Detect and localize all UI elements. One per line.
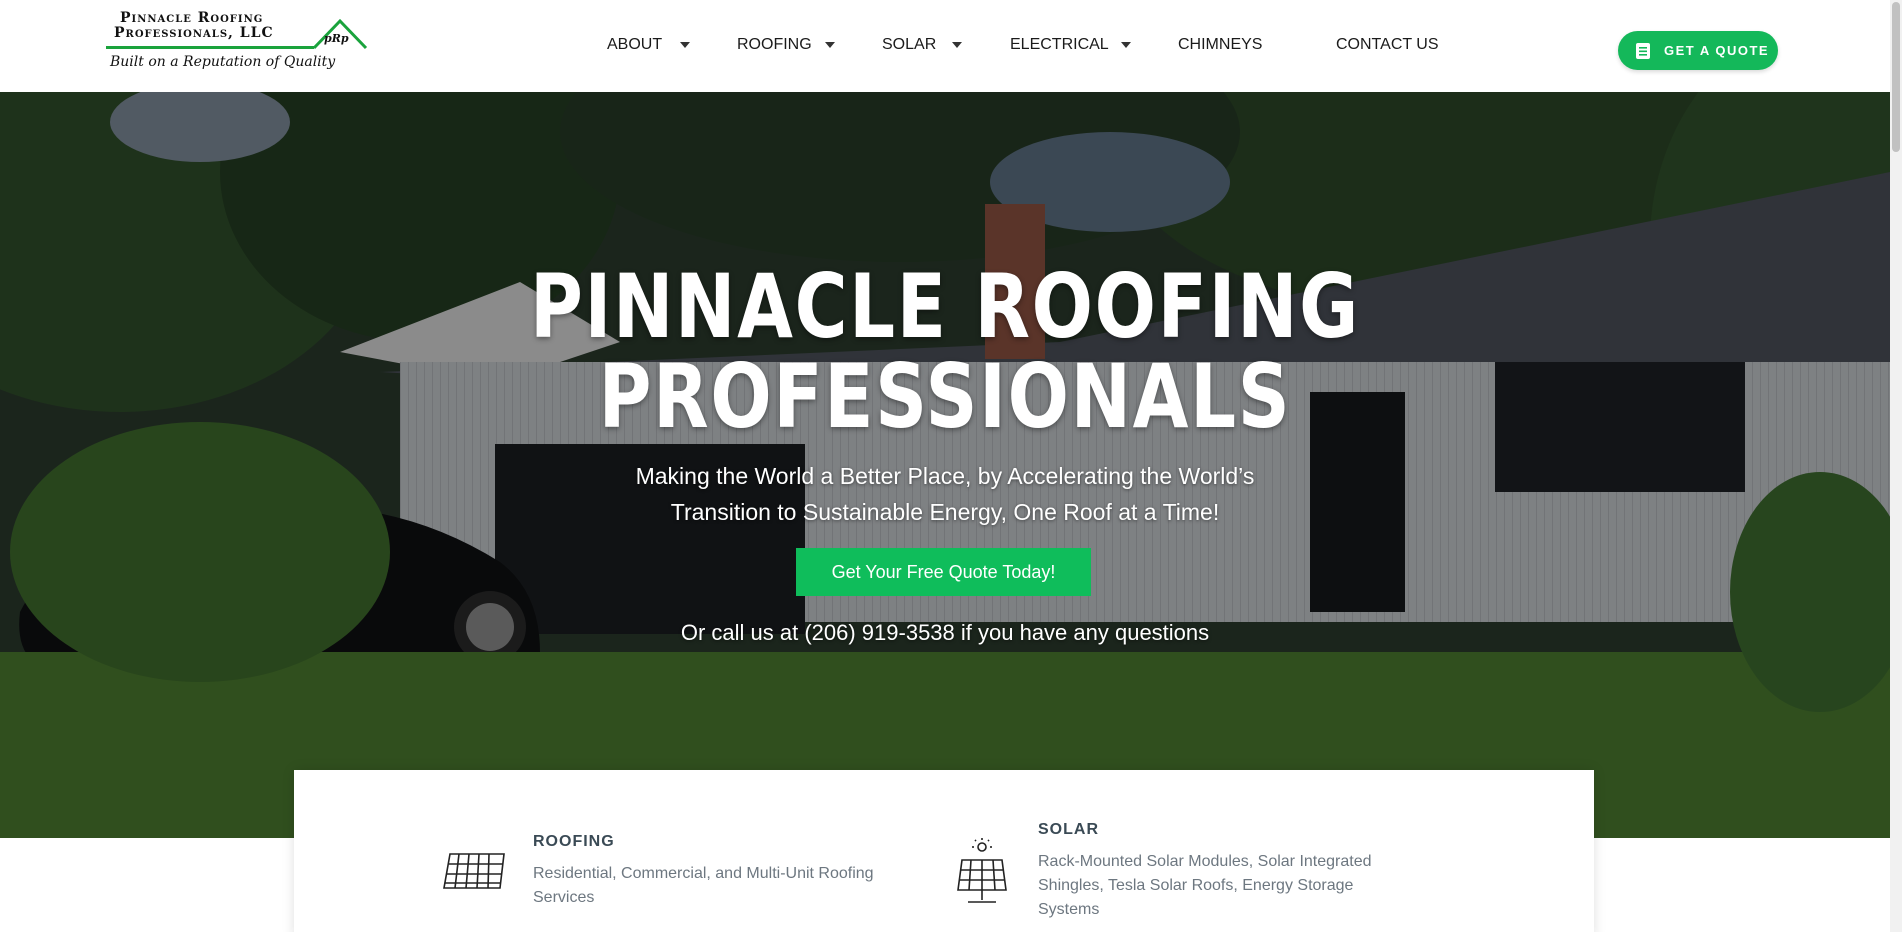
nav-electrical[interactable]: ELECTRICAL bbox=[1010, 36, 1109, 54]
nav-roofing[interactable]: ROOFING bbox=[737, 36, 812, 54]
nav-solar[interactable]: SOLAR bbox=[882, 36, 936, 54]
service-desc-roofing-line1: Residential, Commercial, and Multi-Unit … bbox=[533, 865, 874, 882]
services-card: ROOFING Residential, Commercial, and Mul… bbox=[294, 770, 1594, 932]
logo-company-line1: Pinnacle Roofing bbox=[120, 10, 264, 26]
hero-section: PINNACLE ROOFING PROFESSIONALS Making th… bbox=[0, 92, 1890, 838]
service-title-roofing[interactable]: ROOFING bbox=[533, 833, 615, 851]
hero-subtitle: Making the World a Better Place, by Acce… bbox=[595, 458, 1295, 530]
logo-company-line2: Professionals, LLC bbox=[114, 25, 274, 41]
chevron-down-icon[interactable] bbox=[952, 42, 962, 48]
service-desc-solar-line1: Rack-Mounted Solar Modules, Solar Integr… bbox=[1038, 853, 1372, 870]
site-header: Pinnacle Roofing Professionals, LLC pRp … bbox=[0, 0, 1890, 92]
chevron-down-icon[interactable] bbox=[825, 42, 835, 48]
nav-chimneys[interactable]: CHIMNEYS bbox=[1178, 36, 1262, 54]
roof-tiles-icon bbox=[443, 853, 505, 889]
logo-tagline: Built on a Reputation of Quality bbox=[110, 54, 336, 70]
chevron-down-icon[interactable] bbox=[1121, 42, 1131, 48]
get-a-quote-button[interactable]: GET A QUOTE bbox=[1618, 31, 1778, 70]
free-quote-button[interactable]: Get Your Free Quote Today! bbox=[796, 548, 1091, 596]
service-desc-roofing-line2: Services bbox=[533, 889, 595, 906]
hero-title-line1: PINNACLE ROOFING bbox=[530, 255, 1360, 358]
page-scrollbar[interactable] bbox=[1890, 0, 1902, 932]
site-logo[interactable]: Pinnacle Roofing Professionals, LLC pRp … bbox=[106, 10, 368, 80]
hero-subtitle-line1: Making the World a Better Place, by Acce… bbox=[635, 463, 1255, 489]
get-a-quote-label: GET A QUOTE bbox=[1664, 43, 1770, 58]
scrollbar-thumb[interactable] bbox=[1892, 2, 1900, 152]
logo-underline bbox=[106, 46, 314, 49]
hero-title-line2: PROFESSIONALS bbox=[598, 345, 1292, 448]
hero-subtitle-line2: Transition to Sustainable Energy, One Ro… bbox=[670, 499, 1220, 525]
nav-about[interactable]: ABOUT bbox=[607, 36, 662, 54]
nav-contact-us[interactable]: CONTACT US bbox=[1336, 36, 1439, 54]
logo-prp-mark: pRp bbox=[324, 32, 349, 45]
clipboard-icon bbox=[1636, 42, 1650, 59]
chevron-down-icon[interactable] bbox=[680, 42, 690, 48]
service-desc-solar: Rack-Mounted Solar Modules, Solar Integr… bbox=[1038, 850, 1372, 922]
solar-panel-icon bbox=[957, 838, 1007, 903]
service-title-solar[interactable]: SOLAR bbox=[1038, 821, 1099, 839]
service-desc-solar-line3: Systems bbox=[1038, 901, 1100, 918]
hero-call-text: Or call us at (206) 919-3538 if you have… bbox=[680, 620, 1210, 645]
service-desc-roofing: Residential, Commercial, and Multi-Unit … bbox=[533, 862, 874, 910]
service-desc-solar-line2: Shingles, Tesla Solar Roofs, Energy Stor… bbox=[1038, 877, 1354, 894]
